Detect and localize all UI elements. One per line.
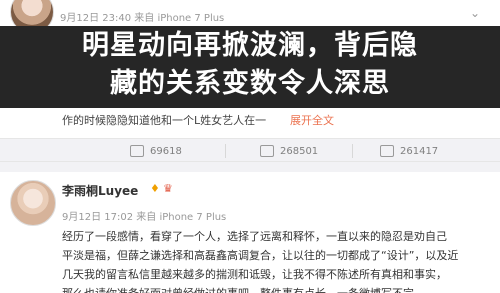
post-text-line: 那么也请你准备好面对曾经做过的事吧，整件事有点长，一条微博写不完…: [62, 285, 425, 293]
divider: [352, 144, 353, 158]
post-meta: 9月12日 17:02 来自 iPhone 7 Plus: [62, 212, 227, 223]
chevron-down-icon[interactable]: ⌄: [470, 6, 480, 20]
post-body: 作的时候隐隐知道他和一个L姓女艺人在一: [62, 114, 267, 127]
vip-badge-icon: ♦: [150, 182, 160, 195]
level-badge-icon: ♛: [163, 182, 173, 195]
headline-banner: 明星动向再掀波澜，背后隐 藏的关系变数令人深思: [0, 26, 500, 108]
post-text-line: 几天我的留言私信里越来越多的揣测和诋毁，让我不得不陈述所有真相和事实，: [62, 268, 447, 281]
like-count: 261417: [400, 145, 439, 157]
repost-count: 69618: [150, 145, 182, 157]
comment-count: 268501: [280, 145, 319, 157]
post-meta: 9月12日 23:40 来自 iPhone 7 Plus: [60, 13, 225, 24]
like-button[interactable]: 261417: [380, 142, 438, 160]
second-post-card: 李雨桐Luyee ♦ ♛ 9月12日 17:02 来自 iPhone 7 Plu…: [0, 172, 500, 293]
headline-line-2: 藏的关系变数令人深思: [110, 68, 390, 99]
avatar[interactable]: [10, 180, 56, 226]
repost-button[interactable]: 69618: [130, 142, 182, 160]
headline-line-1: 明星动向再掀波澜，背后隐: [82, 30, 418, 61]
like-icon: [380, 145, 394, 157]
post-action-bar: 69618 268501 261417: [0, 138, 500, 162]
expand-full-text-link[interactable]: 展开全文: [290, 112, 334, 128]
post-text-line: 平淡是福，但薛之谦选择和高磊鑫高调复合，让以往的一切都成了“设计”，以及近: [62, 249, 459, 262]
post-text-line: 经历了一段感情，看穿了一个人，选择了远离和释怀，一直以来的隐忍是劝自己: [62, 230, 447, 243]
username[interactable]: 李雨桐Luyee: [62, 182, 138, 199]
repost-icon: [130, 145, 144, 157]
comment-button[interactable]: 268501: [260, 142, 318, 160]
comment-icon: [260, 145, 274, 157]
divider: [225, 144, 226, 158]
feed-gap: [0, 162, 500, 172]
